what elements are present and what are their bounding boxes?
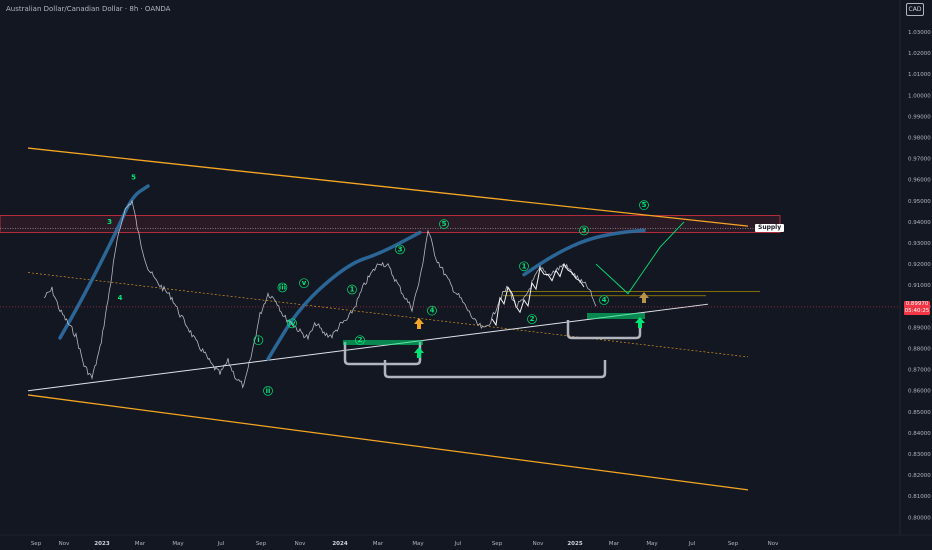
y-tick-label: 0.99000: [908, 114, 931, 120]
wave-label: iv: [289, 319, 296, 327]
y-tick-label: 0.86000: [908, 389, 931, 395]
y-tick-label: 0.81000: [908, 494, 931, 500]
y-tick-label: 0.98000: [908, 136, 931, 142]
x-tick-label: Mar: [609, 541, 620, 547]
y-tick-label: 1.03000: [908, 30, 931, 36]
wave-label: 1: [522, 262, 527, 270]
chart-canvas[interactable]: 1.03000 1.02000 1.01000 1.00000 0.99000 0.980…: [0, 0, 932, 550]
y-tick-label: 0.91000: [908, 283, 931, 289]
supply-label: Supply: [755, 224, 785, 232]
x-tick-label: Nov: [768, 541, 779, 547]
y-tick-label: 1.02000: [908, 51, 931, 57]
x-tick-label: Sep: [256, 541, 267, 547]
channel-upper-line: [27, 147, 749, 227]
cycle-arc: [58, 184, 150, 340]
wave-label: 3: [107, 218, 112, 226]
wave-label: 3: [582, 226, 587, 234]
chart-title: Australian Dollar/Canadian Dollar · 8h ·…: [6, 5, 171, 13]
x-tick-label: 2023: [94, 541, 109, 547]
x-tick-label: Jul: [217, 541, 225, 547]
recent-price-highlight: [491, 262, 585, 327]
y-tick-label: 0.80000: [908, 515, 931, 521]
y-tick-label: 0.85000: [908, 410, 931, 416]
wave-label: v: [302, 279, 307, 287]
x-tick-label: 2024: [332, 541, 347, 547]
x-tick-label: Mar: [373, 541, 384, 547]
bar-countdown: 05:40:25: [904, 308, 930, 314]
up-arrow-orange: [414, 318, 424, 329]
y-tick-label: 0.94000: [908, 220, 931, 226]
wave-label: ii: [266, 387, 271, 395]
y-tick-label: 0.83000: [908, 452, 931, 458]
channel-lower-line: [27, 394, 749, 491]
y-tick-label: 0.93000: [908, 241, 931, 247]
y-tick-label: 0.89000: [908, 325, 931, 331]
support-block-1: [343, 340, 423, 345]
range-bracket-3: [566, 320, 642, 340]
y-tick-label: 0.97000: [908, 157, 931, 163]
x-tick-label: May: [646, 541, 658, 547]
x-tick-label: Jul: [454, 541, 462, 547]
x-tick-label: 2025: [567, 541, 582, 547]
currency-button[interactable]: CAD: [906, 3, 924, 16]
wave-label: 5: [131, 174, 136, 182]
x-tick-label: Nov: [59, 541, 70, 547]
wave-label: 5: [442, 220, 447, 228]
wave-label: 4: [430, 307, 435, 315]
wave-label: 1: [350, 286, 355, 294]
y-tick-label: 0.96000: [908, 178, 931, 184]
wave-label: iii: [279, 283, 286, 291]
up-arrow-tan: [639, 292, 649, 303]
up-arrow-green: [414, 347, 424, 358]
wave-label: 5: [642, 201, 647, 209]
y-tick-label: 1.00000: [908, 93, 931, 99]
x-tick-label: Nov: [533, 541, 544, 547]
x-tick-label: May: [172, 541, 184, 547]
support-block-2: [587, 313, 645, 319]
x-tick-label: May: [412, 541, 424, 547]
y-tick-label: 0.87000: [908, 368, 931, 374]
x-tick-label: Jul: [688, 541, 696, 547]
y-tick-label: 0.84000: [908, 431, 931, 437]
x-tick-label: Sep: [31, 541, 42, 547]
last-price-tag: 0.89970 05:40:25: [904, 301, 930, 315]
x-tick-label: Nov: [295, 541, 306, 547]
wave-label: 2: [530, 315, 535, 323]
wave-label: i: [257, 336, 259, 344]
y-tick-label: 0.82000: [908, 473, 931, 479]
x-tick-label: Mar: [135, 541, 146, 547]
last-price-value: 0.89970: [905, 301, 929, 307]
x-tick-label: Sep: [728, 541, 739, 547]
y-tick-label: 0.95000: [908, 199, 931, 205]
wave-label: 4: [118, 294, 123, 302]
y-tick-label: 0.92000: [908, 262, 931, 268]
wave-label: 4: [602, 296, 607, 304]
y-tick-label: 0.88000: [908, 347, 931, 353]
wave-label: 3: [398, 245, 403, 253]
x-tick-label: Sep: [492, 541, 503, 547]
y-tick-label: 1.01000: [908, 72, 931, 78]
